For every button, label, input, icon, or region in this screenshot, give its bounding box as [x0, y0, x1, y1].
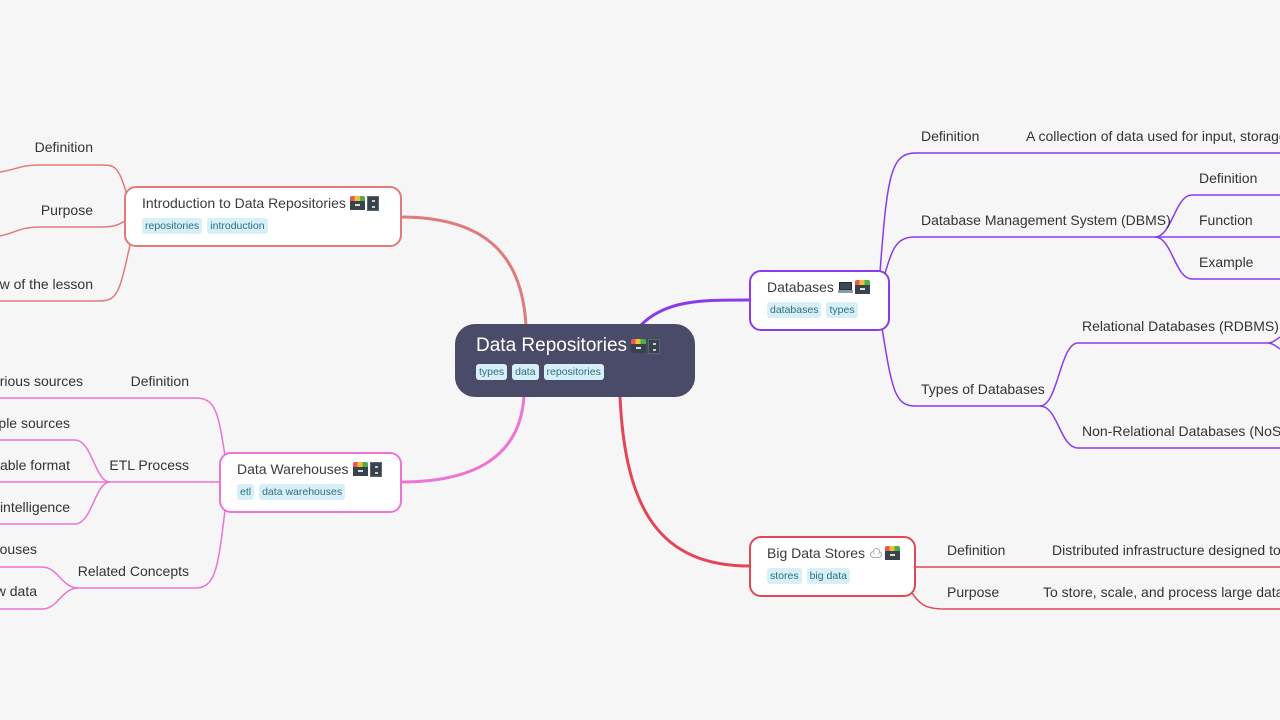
link-root-intro	[399, 215, 528, 327]
databases-title: Databases	[767, 279, 834, 295]
link-intro-purpose	[0, 219, 128, 237]
tag[interactable]: repositories	[543, 364, 604, 380]
link-types-rdbms	[1039, 336, 1280, 407]
warehouses-node[interactable]: Data Warehouses etl data warehouses	[219, 452, 402, 513]
root-node[interactable]: Data Repositories types data repositorie…	[455, 324, 695, 397]
dbms-leaf[interactable]: Definition	[1199, 170, 1257, 186]
card-file-box-icon	[854, 280, 870, 294]
dbms-leaf[interactable]: Function	[1199, 212, 1253, 228]
dbms-leaf[interactable]: Example	[1199, 254, 1253, 270]
etl-leaf[interactable]: able format	[0, 457, 70, 473]
tag[interactable]: big data	[806, 568, 850, 584]
tag[interactable]: etl	[237, 484, 255, 500]
bigdata-node[interactable]: Big Data Stores stores big data	[749, 536, 916, 597]
intro-node[interactable]: Introduction to Data Repositories reposi…	[124, 186, 402, 247]
tag[interactable]: repositories	[142, 218, 203, 234]
link-root-bigdata	[618, 395, 751, 568]
link-rdbms-tail	[1267, 342, 1280, 350]
db-child-dbms[interactable]: Database Management System (DBMS)	[921, 212, 1171, 228]
link-db-dbms	[882, 236, 1155, 281]
tag[interactable]: data warehouses	[259, 484, 346, 500]
wh-child-definition[interactable]: Definition	[131, 373, 189, 389]
tag[interactable]: data	[512, 364, 539, 380]
file-cabinet-icon	[648, 338, 661, 354]
db-definition-leaf[interactable]: A collection of data used for input, sto…	[1026, 128, 1280, 144]
bd-child-purpose[interactable]: Purpose	[947, 584, 999, 600]
file-cabinet-icon	[366, 195, 379, 211]
card-file-box-icon	[352, 462, 368, 476]
tag[interactable]: databases	[767, 302, 822, 318]
intro-child-purpose[interactable]: Purpose	[41, 202, 93, 218]
tag[interactable]: types	[476, 364, 508, 380]
mindmap-canvas[interactable]: Data Repositories types data repositorie…	[0, 0, 1280, 720]
related-leaf[interactable]: w data	[0, 583, 37, 599]
tag[interactable]: types	[826, 302, 858, 318]
laptop-icon	[837, 281, 853, 293]
root-tags: types data repositories	[476, 364, 675, 380]
wh-child-etl[interactable]: ETL Process	[109, 457, 189, 473]
types-leaf[interactable]: Relational Databases (RDBMS)	[1082, 318, 1279, 334]
link-intro-definition	[0, 164, 128, 196]
file-cabinet-icon	[369, 461, 382, 477]
etl-leaf[interactable]: iple sources	[0, 415, 70, 431]
root-title: Data Repositories	[476, 335, 628, 356]
db-child-types[interactable]: Types of Databases	[921, 381, 1045, 397]
bigdata-title: Big Data Stores	[767, 545, 866, 561]
link-intro-overview	[0, 244, 131, 302]
tag[interactable]: stores	[767, 568, 802, 584]
cloud-icon	[869, 547, 883, 559]
etl-leaf[interactable]: intelligence	[0, 499, 70, 515]
intro-title: Introduction to Data Repositories	[142, 195, 346, 211]
link-root-databases	[638, 298, 751, 328]
tag[interactable]: introduction	[207, 218, 268, 234]
related-leaf[interactable]: houses	[0, 541, 37, 557]
databases-node[interactable]: Databases databases types	[749, 270, 890, 331]
wh-child-related[interactable]: Related Concepts	[78, 563, 189, 579]
types-leaf[interactable]: Non-Relational Databases (NoSQ	[1082, 423, 1280, 439]
link-root-warehouses	[399, 395, 526, 484]
card-file-box-icon	[349, 196, 365, 210]
db-child-definition[interactable]: Definition	[921, 128, 979, 144]
warehouses-title: Data Warehouses	[237, 461, 349, 477]
card-file-box-icon	[885, 546, 901, 560]
intro-child-definition[interactable]: Definition	[35, 139, 93, 155]
bd-definition-leaf[interactable]: Distributed infrastructure designed to	[1052, 542, 1280, 558]
wh-leaf[interactable]: arious sources	[0, 373, 83, 389]
intro-child-overview[interactable]: ew of the lesson	[0, 276, 93, 292]
card-file-box-icon	[631, 339, 647, 353]
bd-purpose-leaf[interactable]: To store, scale, and process large data …	[1043, 584, 1280, 600]
bd-child-definition[interactable]: Definition	[947, 542, 1005, 558]
